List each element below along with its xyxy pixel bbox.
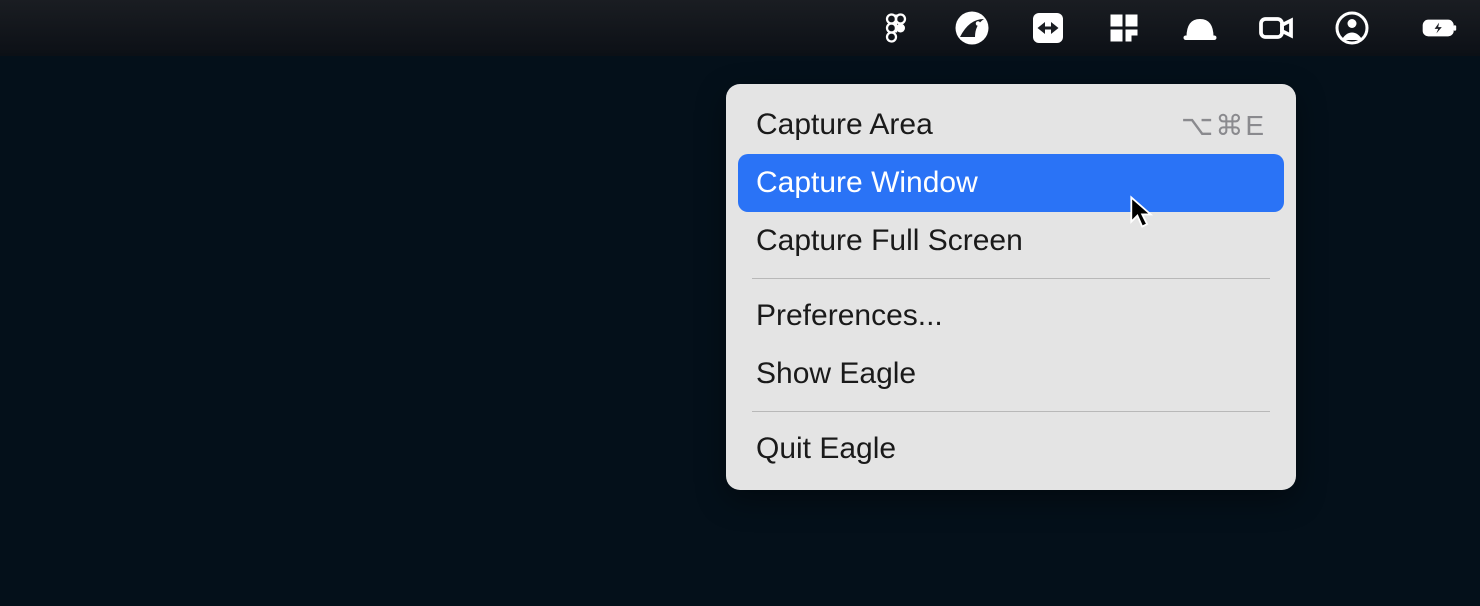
menu-item-show-eagle[interactable]: Show Eagle [738, 345, 1284, 403]
eagle-icon[interactable] [952, 8, 992, 48]
menu-item-capture-window[interactable]: Capture Window [738, 154, 1284, 212]
menu-item-label: Quit Eagle [756, 432, 896, 466]
menu-item-shortcut: ⌥⌘E [1181, 109, 1266, 142]
menu-item-label: Capture Window [756, 166, 978, 200]
menu-item-preferences[interactable]: Preferences... [738, 287, 1284, 345]
menu-divider [752, 411, 1270, 412]
menu-item-quit-eagle[interactable]: Quit Eagle [738, 420, 1284, 478]
menu-item-capture-full-screen[interactable]: Capture Full Screen [738, 212, 1284, 270]
menubar [0, 0, 1480, 56]
battery-charging-icon[interactable] [1408, 8, 1472, 48]
teamviewer-icon[interactable] [1028, 8, 1068, 48]
menu-item-label: Preferences... [756, 299, 943, 333]
menu-divider [752, 278, 1270, 279]
user-icon[interactable] [1332, 8, 1372, 48]
menu-item-label: Capture Area [756, 108, 933, 142]
dropdown-menu: Capture Area ⌥⌘E Capture Window Capture … [726, 84, 1296, 490]
menu-item-capture-area[interactable]: Capture Area ⌥⌘E [738, 96, 1284, 154]
menu-item-label: Capture Full Screen [756, 224, 1023, 258]
camera-icon[interactable] [1256, 8, 1296, 48]
helmet-icon[interactable] [1180, 8, 1220, 48]
figma-icon[interactable] [876, 8, 916, 48]
grid-icon[interactable] [1104, 8, 1144, 48]
menu-item-label: Show Eagle [756, 357, 916, 391]
